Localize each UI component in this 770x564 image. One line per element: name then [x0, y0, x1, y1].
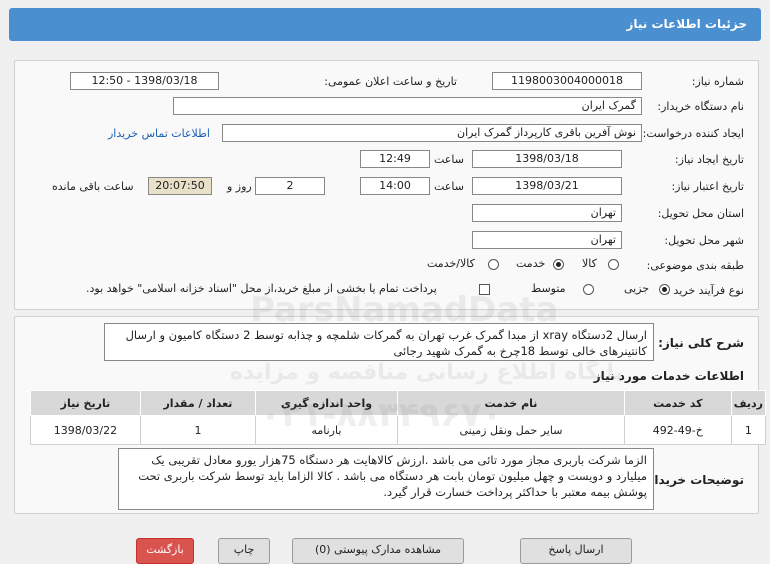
category-goods-radio[interactable] [608, 259, 619, 270]
process-label: نوع فرآیند خرید : [666, 284, 744, 297]
cell-need-date: 1398/03/22 [30, 415, 141, 445]
validity-date-field: 1398/03/21 [472, 177, 622, 195]
services-table-header: ردیف کد خدمت نام خدمت واحد اندازه گیری ت… [30, 390, 767, 416]
creator-field: نوش آفرین باقری کارپرداز گمرک ایران [222, 124, 642, 142]
cell-quantity: 1 [139, 415, 257, 445]
cell-row: 1 [730, 415, 767, 445]
cell-unit: بارنامه [255, 415, 398, 445]
buyer-label: نام دستگاه خریدار: [657, 100, 744, 113]
category-service-radio[interactable] [553, 259, 564, 270]
col-quantity: تعداد / مقدار [139, 390, 257, 416]
send-reply-button[interactable]: ارسال پاسخ [520, 538, 632, 564]
created-time-field: 12:49 [360, 150, 430, 168]
city-label: شهر محل تحویل: [664, 234, 744, 247]
buyer-notes-text: الزما شرکت باربری مجاز مورد تائی می باشد… [118, 448, 654, 510]
validity-date-label: تاریخ اعتبار نیاز: [671, 180, 744, 193]
days-label: روز و [227, 180, 252, 193]
services-section-title: اطلاعات خدمات مورد نیاز [593, 369, 744, 383]
buyer-contact-link[interactable]: اطلاعات تماس خریدار [108, 127, 210, 140]
category-goods-service-radio[interactable] [488, 259, 499, 270]
col-service-name: نام خدمت [396, 390, 626, 416]
category-goods-service-label: کالا/خدمت [427, 257, 475, 270]
col-unit: واحد اندازه گیری [255, 390, 398, 416]
table-row: 1 خ-49-492 سایر حمل ونقل زمینی بارنامه 1… [30, 415, 767, 445]
process-medium-radio[interactable] [583, 284, 594, 295]
remaining-time-field: 20:07:50 [148, 177, 212, 195]
view-attachments-button[interactable]: مشاهده مدارک پیوستی (0) [292, 538, 464, 564]
process-minor-label: جزیی [624, 282, 650, 295]
description-text: ارسال 2دستگاه xray از مبدا گمرک غرب تهرا… [104, 323, 654, 361]
created-time-label: ساعت [434, 153, 464, 166]
validity-time-field: 14:00 [360, 177, 430, 195]
buyer-field: گمرک ایران [173, 97, 642, 115]
created-date-label: تاریخ ایجاد نیاز: [674, 153, 744, 166]
services-table: ردیف کد خدمت نام خدمت واحد اندازه گیری ت… [30, 390, 767, 445]
created-date-field: 1398/03/18 [472, 150, 622, 168]
announce-label: تاریخ و ساعت اعلان عمومی: [324, 75, 457, 88]
cell-service-name: سایر حمل ونقل زمینی [396, 415, 626, 445]
remaining-time-label: ساعت باقی مانده [52, 180, 134, 193]
buyer-notes-label: توضیحات خریدار: [642, 473, 744, 487]
city-field: تهران [472, 231, 622, 249]
process-medium-label: متوسط [531, 282, 566, 295]
process-minor-radio[interactable] [659, 284, 670, 295]
print-button[interactable]: چاپ [218, 538, 270, 564]
page-title: جزئیات اطلاعات نیاز [626, 17, 747, 31]
announce-datetime-field: 1398/03/18 - 12:50 [70, 72, 219, 90]
treasury-payment-checkbox[interactable] [479, 284, 490, 295]
col-service-code: کد خدمت [624, 390, 732, 416]
need-number-field: 1198003004000018 [492, 72, 642, 90]
category-goods-label: کالا [582, 257, 597, 270]
col-row: ردیف [730, 390, 767, 416]
category-label: طبقه بندی موضوعی: [646, 259, 744, 272]
province-label: استان محل تحویل: [657, 207, 744, 220]
description-label: شرح کلی نیاز: [658, 336, 744, 350]
need-number-label: شماره نیاز: [691, 75, 744, 88]
validity-time-label: ساعت [434, 180, 464, 193]
back-button[interactable]: بازگشت [136, 538, 194, 564]
treasury-payment-note: پرداخت تمام یا بخشی از مبلغ خرید،از محل … [86, 282, 437, 295]
creator-label: ایجاد کننده درخواست: [642, 127, 744, 140]
category-service-label: خدمت [516, 257, 546, 270]
page-header: جزئیات اطلاعات نیاز [9, 8, 761, 41]
cell-service-code: خ-49-492 [624, 415, 732, 445]
col-need-date: تاریخ نیاز [30, 390, 141, 416]
province-field: تهران [472, 204, 622, 222]
remaining-days-field: 2 [255, 177, 325, 195]
